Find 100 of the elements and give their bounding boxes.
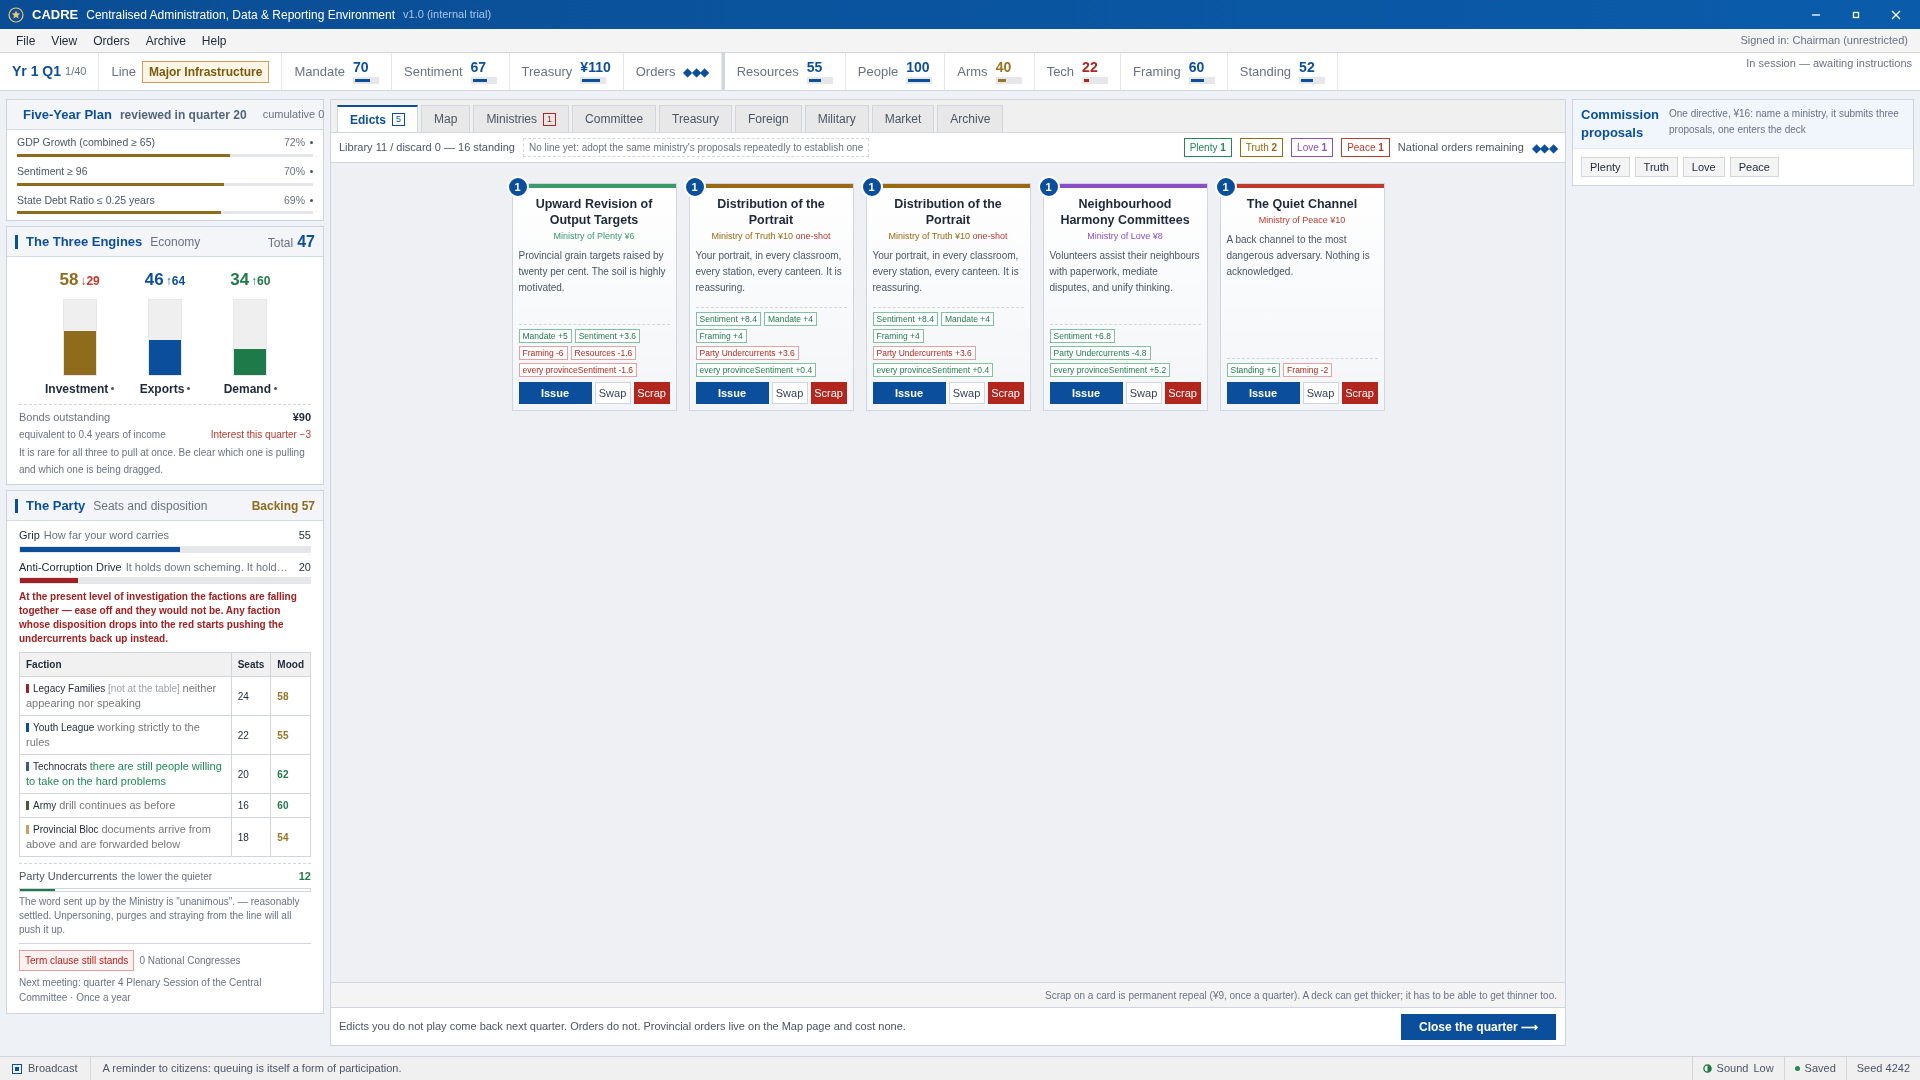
total-value: 47 (297, 231, 315, 252)
card-description: Your portrait, in every classroom, every station, every canteen. It is reassuring. (872, 248, 1020, 295)
mood-cell: 55 (270, 715, 311, 755)
swap-button[interactable]: Swap (771, 382, 808, 404)
stat-label: Framing (1133, 62, 1181, 81)
meter-reading: 55 (298, 528, 311, 544)
ministry-button[interactable]: Truth (1634, 157, 1678, 177)
header-accent (15, 498, 18, 513)
card-title: The Quiet Channel (1245, 196, 1359, 212)
tab[interactable]: Foreign (735, 105, 802, 132)
faction-cell: Army drill continues as before (26, 798, 225, 814)
ministry-button[interactable]: Love (1682, 157, 1725, 177)
engine-delta: ↓29 (80, 273, 100, 291)
broadcast-label: Broadcast (28, 1061, 78, 1077)
column-header: Seats (231, 652, 271, 677)
window-title: Centralised Administration, Data & Reporting Environment (86, 6, 396, 24)
effect-tag: every provinceSentiment -1.6 (518, 363, 638, 377)
panel-title: The Party (26, 497, 86, 515)
engine-name: Demand (223, 380, 271, 398)
stat-label: Standing (1239, 62, 1292, 81)
card-description: A back channel to the most dangerous adversary. Nothing is acknowledged. (1226, 232, 1371, 279)
line-badge: Major Infrastructure (142, 60, 270, 83)
period-count: 1/40 (65, 64, 87, 80)
swap-button[interactable]: Swap (1125, 382, 1162, 404)
issue-button[interactable]: Issue (1226, 382, 1300, 404)
orders-remaining-label: National orders remaining (1397, 140, 1524, 156)
faction-cell-text: Provincial Bloc documents arrive from above and are forwarded below (26, 822, 212, 853)
tab-count-badge: 1 (543, 112, 557, 126)
menu-item[interactable]: View (43, 31, 86, 50)
library-summary: Library 11 / discard 0 — 16 standing (339, 140, 515, 156)
card-count-badge: 1 (1214, 176, 1237, 198)
tab[interactable]: Map (421, 105, 471, 132)
issue-button[interactable]: Issue (695, 382, 769, 404)
effect-tag: Framing -2 (1283, 363, 1333, 377)
engine-delta: ↑64 (165, 273, 186, 291)
engine-delta: ↑60 (251, 273, 271, 291)
swap-button[interactable]: Swap (948, 382, 985, 404)
maximize-icon[interactable] (1851, 9, 1861, 20)
close-icon[interactable] (1891, 9, 1901, 20)
tab[interactable]: Archive (937, 105, 1004, 132)
seats-cell: 18 (231, 817, 271, 857)
panel-subtitle: Economy (150, 233, 201, 251)
issue-button[interactable]: Issue (872, 382, 946, 404)
bonds-value: ¥90 (292, 409, 311, 425)
scrap-button[interactable]: Scrap (1164, 382, 1201, 404)
goal-label: State Debt Ratio ≤ 0.25 years (17, 192, 155, 208)
engine-value: 46 (144, 269, 164, 292)
faction-cell-text: Legacy Families [not at the table] neither appearing nor speaking (26, 681, 218, 712)
scrap-button[interactable]: Scrap (810, 382, 847, 404)
line-label: Line (111, 62, 137, 81)
tab[interactable]: Market (871, 105, 935, 132)
scrap-button[interactable]: Scrap (987, 382, 1024, 404)
tab[interactable]: Ministries 1 (473, 105, 570, 132)
goal-label: Sentiment ≥ 96 (17, 163, 88, 179)
sound-label: Sound (1716, 1061, 1749, 1077)
card-title: Distribution of the Portrait (893, 196, 1003, 228)
goal-reading: 69% (284, 192, 305, 208)
stat-label: Sentiment (404, 62, 463, 81)
close-quarter-button[interactable]: Close the quarter ⟶ (1400, 1013, 1556, 1040)
stat-label: Tech (1046, 62, 1075, 81)
ministry-count-tag: Peace 1 (1341, 138, 1390, 157)
tab[interactable]: Edicts 5 (337, 105, 419, 132)
mood-cell: 58 (270, 676, 311, 716)
session-status: In session — awaiting instructions (1746, 56, 1913, 71)
menu-item[interactable]: Orders (85, 31, 138, 50)
ministry-button[interactable]: Plenty (1581, 157, 1630, 177)
tab[interactable]: Treasury (659, 105, 732, 132)
goal-label: GDP Growth (combined ≥ 65) (17, 135, 156, 150)
ministry-button[interactable]: Peace (1729, 157, 1779, 177)
scrap-note: Scrap on a card is permanent repeal (¥9, once a quarter). A deck can get thicker; it has to be able to get thinner too. (1045, 988, 1557, 1003)
mood-cell: 62 (270, 754, 311, 794)
stat-label: People (857, 62, 899, 81)
scrap-button[interactable]: Scrap (1341, 382, 1378, 404)
card-ministry: Ministry of Truth ¥10 one-shot (710, 230, 832, 243)
swap-button[interactable]: Swap (1302, 382, 1339, 404)
engine-value: 34 (230, 269, 250, 292)
scrap-button[interactable]: Scrap (633, 382, 670, 404)
commission-title: Commission proposals (1581, 106, 1660, 142)
cumulative-note: cumulative 0 (262, 107, 325, 123)
faction-cell-text: Technocrats there are still people willing to take on the hard problems (26, 759, 223, 790)
goal-reading: 72% (284, 135, 305, 150)
card-title: Upward Revision of Output Targets (534, 196, 654, 228)
issue-button[interactable]: Issue (1049, 382, 1123, 404)
menu-item[interactable]: Help (193, 31, 235, 50)
swap-button[interactable]: Swap (594, 382, 631, 404)
tab[interactable]: Committee (572, 105, 657, 132)
stat-label: Arms (957, 62, 988, 81)
saved-label: Saved (1804, 1061, 1836, 1077)
effect-tag: Framing -6 (518, 346, 568, 360)
interest-label: Interest this quarter −3 (210, 428, 311, 443)
meter-label: Grip (19, 528, 40, 544)
tab[interactable]: Military (804, 105, 869, 132)
seats-cell: 22 (231, 715, 271, 755)
menu-item[interactable]: Archive (137, 31, 194, 50)
issue-button[interactable]: Issue (518, 382, 592, 404)
effect-tag: Sentiment +8.4 (695, 312, 761, 326)
menu-item[interactable]: File (8, 31, 44, 50)
app-name: CADRE (32, 5, 79, 24)
effect-tag: Framing +4 (872, 329, 924, 343)
broadcast-message: A reminder to citizens: queuing is itself a form of participation. (101, 1061, 403, 1077)
